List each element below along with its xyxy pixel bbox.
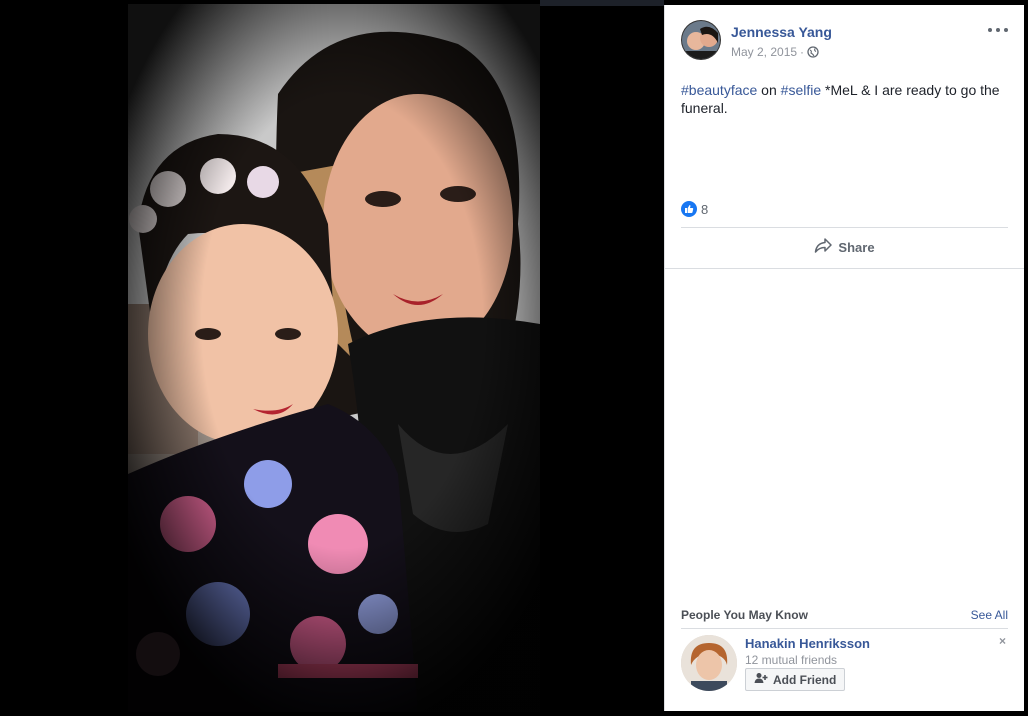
like-icon	[681, 201, 697, 217]
share-label: Share	[838, 239, 875, 255]
photo-illustration	[128, 4, 540, 712]
globe-icon[interactable]	[807, 46, 819, 58]
author-avatar[interactable]	[681, 20, 721, 60]
divider	[681, 628, 1008, 629]
divider	[681, 227, 1008, 228]
reactions-summary[interactable]: 8	[681, 201, 708, 217]
post-panel: Jennessa Yang May 2, 2015 · #beautyface …	[664, 5, 1024, 711]
meta-separator: ·	[800, 45, 805, 59]
add-friend-label: Add Friend	[773, 672, 837, 687]
photo-stage[interactable]	[0, 0, 664, 716]
post-photo[interactable]	[128, 4, 540, 712]
add-friend-button[interactable]: Add Friend	[745, 668, 846, 691]
pymk-title: People You May Know	[681, 608, 808, 622]
share-icon	[814, 237, 833, 257]
author-name[interactable]: Jennessa Yang	[731, 24, 832, 40]
post-text-connector: on	[757, 82, 781, 98]
suggestion-avatar[interactable]	[681, 635, 737, 691]
divider	[665, 268, 1024, 269]
suggestion-name[interactable]: Hanakin Henriksson	[745, 636, 870, 651]
post-text: #beautyface on #selfie *MeL & I are read…	[681, 81, 1001, 117]
post-header: Jennessa Yang May 2, 2015 ·	[665, 5, 1024, 71]
mutual-friends[interactable]: 12 mutual friends	[745, 653, 837, 667]
see-all-link[interactable]: See All	[971, 608, 1008, 622]
share-button[interactable]: Share	[681, 231, 1008, 263]
dismiss-suggestion-icon[interactable]: ×	[999, 634, 1006, 648]
add-friend-icon	[754, 672, 768, 687]
hashtag-beautyface[interactable]: #beautyface	[681, 82, 757, 98]
post-date[interactable]: May 2, 2015	[731, 45, 797, 59]
hashtag-selfie[interactable]: #selfie	[781, 82, 821, 98]
post-meta: May 2, 2015 ·	[731, 45, 819, 59]
top-strip	[540, 0, 664, 6]
reaction-count: 8	[701, 201, 709, 217]
more-options-icon[interactable]	[988, 23, 1008, 37]
